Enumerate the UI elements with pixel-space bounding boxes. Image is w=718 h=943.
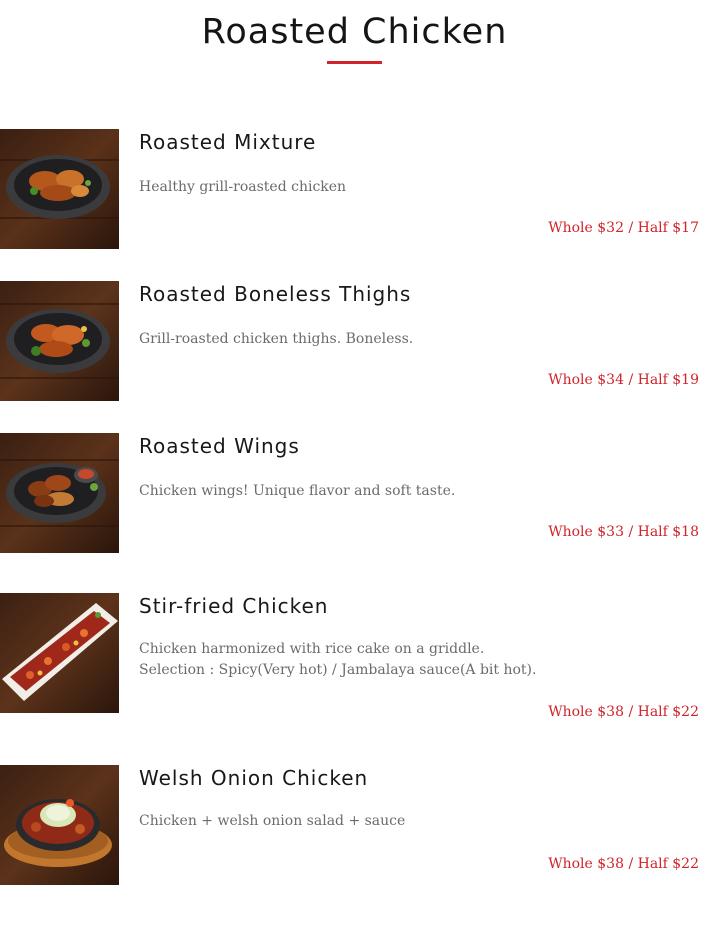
item-price: Whole $32 / Half $17 — [548, 220, 699, 236]
roasted-mixture-photo — [0, 129, 119, 249]
item-name: Roasted Boneless Thighs — [139, 282, 412, 306]
menu-item-roasted-boneless-thighs: Roasted Boneless Thighs Grill-roasted ch… — [0, 281, 718, 401]
item-price: Whole $38 / Half $22 — [548, 856, 699, 872]
menu-item-stir-fried-chicken: Stir-fried Chicken Chicken harmonized wi… — [0, 593, 718, 720]
item-name: Stir-fried Chicken — [139, 594, 329, 618]
item-name: Welsh Onion Chicken — [139, 766, 369, 790]
menu-item-roasted-wings: Roasted Wings Chicken wings! Unique flav… — [0, 433, 718, 553]
menu-item-roasted-mixture: Roasted Mixture Healthy grill-roasted ch… — [0, 129, 718, 249]
item-name: Roasted Wings — [139, 434, 300, 458]
item-description: Chicken wings! Unique flavor and soft ta… — [139, 483, 456, 499]
roasted-boneless-thighs-photo — [0, 281, 119, 401]
item-price: Whole $33 / Half $18 — [548, 524, 699, 540]
item-description: Chicken + welsh onion salad + sauce — [139, 813, 406, 829]
item-description: Grill-roasted chicken thighs. Boneless. — [139, 331, 414, 347]
menu-list: Roasted Mixture Healthy grill-roasted ch… — [0, 0, 718, 943]
item-description: Chicken harmonized with rice cake on a g… — [139, 641, 537, 678]
item-price: Whole $38 / Half $22 — [548, 704, 699, 720]
item-price: Whole $34 / Half $19 — [548, 372, 699, 388]
roasted-wings-photo — [0, 433, 119, 553]
welsh-onion-chicken-photo — [0, 765, 119, 885]
stir-fried-chicken-photo — [0, 593, 119, 713]
item-name: Roasted Mixture — [139, 130, 317, 154]
item-description: Healthy grill-roasted chicken — [139, 179, 347, 195]
menu-item-welsh-onion-chicken: Welsh Onion Chicken Chicken + welsh onio… — [0, 765, 718, 885]
